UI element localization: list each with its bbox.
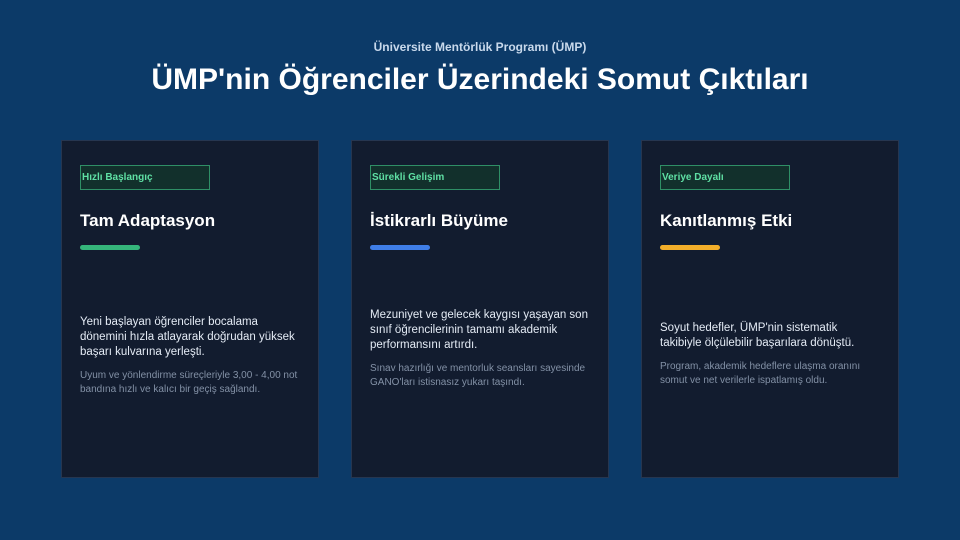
card-title: İstikrarlı Büyüme [370, 211, 508, 230]
card-note: Program, akademik hedeflere ulaşma oranı… [660, 361, 861, 386]
card-adaptation: Hızlı Başlangıç Tam Adaptasyon Yeni başl… [61, 140, 319, 478]
card-title: Tam Adaptasyon [80, 211, 216, 230]
card-title: Kanıtlanmış Etki [660, 211, 793, 230]
card-text: Soyut hedefler, ÜMP'nin sistematik takib… [660, 322, 855, 349]
card-body: Mezuniyet ve gelecek kaygısı yaşayan son… [370, 308, 592, 389]
card-growth: Sürekli Gelişim İstikrarlı Büyüme Mezuni… [351, 140, 609, 478]
card-text: Mezuniyet ve gelecek kaygısı yaşayan son… [370, 309, 588, 351]
page-title: ÜMP'nin Öğrenciler Üzerindeki Somut Çıkt… [151, 63, 809, 96]
card-impact: Veriye Dayalı Kanıtlanmış Etki Soyut hed… [641, 140, 899, 478]
accent-bar [80, 245, 140, 250]
accent-bar [660, 245, 720, 250]
page-subtitle: Üniversite Mentörlük Programı (ÜMP) [373, 40, 587, 54]
card-tag: Veriye Dayalı [660, 165, 790, 190]
card-note: Uyum ve yönlendirme süreçleriyle 3,00 - … [80, 370, 298, 395]
card-note: Sınav hazırlığı ve mentorluk seansları s… [370, 363, 586, 388]
card-text: Yeni başlayan öğrenciler bocalama dönemi… [80, 316, 295, 358]
card-body: Yeni başlayan öğrenciler bocalama dönemi… [80, 315, 302, 396]
card-tag: Sürekli Gelişim [370, 165, 500, 190]
card-tag: Hızlı Başlangıç [80, 165, 210, 190]
card-body: Soyut hedefler, ÜMP'nin sistematik takib… [660, 321, 882, 387]
accent-bar [370, 245, 430, 250]
